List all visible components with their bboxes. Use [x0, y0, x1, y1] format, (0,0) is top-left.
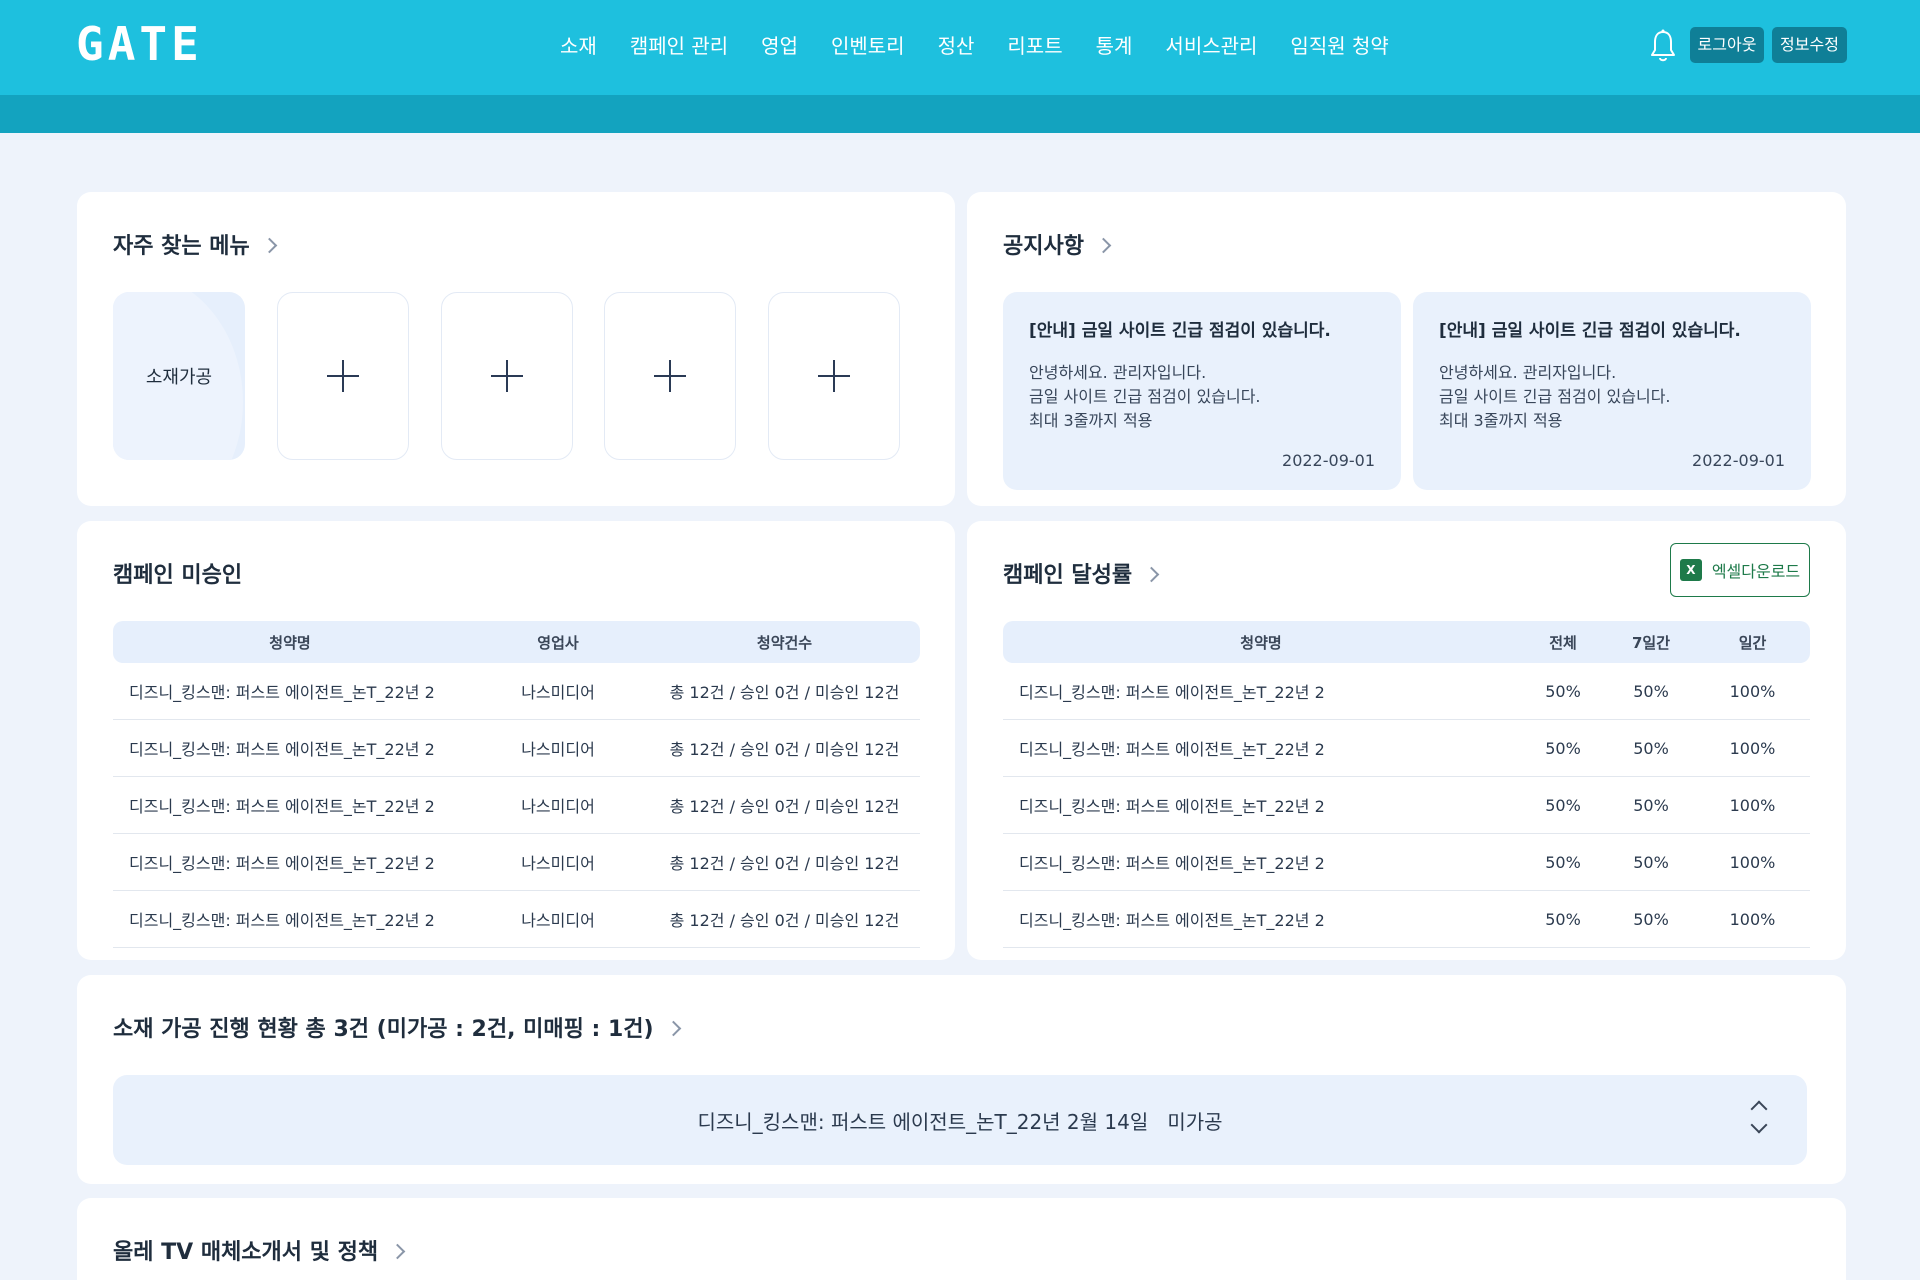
plus-icon: [654, 360, 686, 392]
plus-icon: [491, 360, 523, 392]
chevron-down-icon[interactable]: [1750, 1116, 1768, 1134]
processing-status-item: 디즈니_킹스맨: 퍼스트 에이전트_논T_22년 2월 14일 미가공: [697, 1109, 1223, 1134]
table-row[interactable]: 디즈니_킹스맨: 퍼스트 에이전트_논T_22년 2 50% 50% 100%: [1003, 720, 1810, 777]
notice-date: 2022-09-01: [1692, 451, 1785, 470]
ticker-arrows: [1747, 1095, 1771, 1145]
nav-item-sales[interactable]: 영업: [761, 28, 798, 64]
processing-status-card: 소재 가공 진행 현황 총 3건 (미가공 : 2건, 미매핑 : 1건) 디즈…: [77, 975, 1846, 1184]
nav-item-statistics[interactable]: 통계: [1096, 28, 1133, 64]
favorites-card: 자주 찾는 메뉴 소재가공: [77, 192, 955, 506]
notice-item[interactable]: [안내] 금일 사이트 긴급 점검이 있습니다. 안녕하세요. 관리자입니다. …: [1413, 292, 1811, 490]
policy-title[interactable]: 올레 TV 매체소개서 및 정책: [113, 1234, 406, 1266]
table-row[interactable]: 디즈니_킹스맨: 퍼스트 에이전트_논T_22년 2 50% 50% 100%: [1003, 663, 1810, 720]
nav-item-creative[interactable]: 소재: [560, 28, 597, 64]
achievement-card: 캠페인 달성률 X 엑셀다운로드 청약명 전체 7일간 일간 디즈니_킹스맨: …: [967, 521, 1846, 960]
achievement-title[interactable]: 캠페인 달성률: [1003, 557, 1160, 589]
main-nav: 소재 캠페인 관리 영업 인벤토리 정산 리포트 통계 서비스관리 임직원 청약: [560, 28, 1389, 64]
unapproved-table: 청약명 영업사 청약건수 디즈니_킹스맨: 퍼스트 에이전트_논T_22년 2 …: [113, 621, 920, 948]
logout-button[interactable]: 로그아웃: [1690, 27, 1764, 63]
processing-status-ticker[interactable]: 디즈니_킹스맨: 퍼스트 에이전트_논T_22년 2월 14일 미가공: [113, 1075, 1807, 1165]
favorite-tile-creative[interactable]: 소재가공: [113, 292, 245, 460]
achievement-table: 청약명 전체 7일간 일간 디즈니_킹스맨: 퍼스트 에이전트_논T_22년 2…: [1003, 621, 1810, 948]
excel-download-button[interactable]: X 엑셀다운로드: [1670, 543, 1810, 597]
plus-icon: [327, 360, 359, 392]
notice-title: [안내] 금일 사이트 긴급 점검이 있습니다.: [1439, 321, 1741, 341]
chevron-right-icon: [1143, 566, 1160, 582]
nav-item-service[interactable]: 서비스관리: [1165, 28, 1257, 64]
notices-title[interactable]: 공지사항: [1003, 228, 1112, 260]
table-header: 청약명 전체 7일간 일간: [1003, 621, 1810, 663]
processing-status-title[interactable]: 소재 가공 진행 현황 총 3건 (미가공 : 2건, 미매핑 : 1건): [113, 1011, 681, 1043]
notice-body: 안녕하세요. 관리자입니다. 금일 사이트 긴급 점검이 있습니다. 최대 3줄…: [1029, 363, 1261, 430]
unapproved-campaigns-card: 캠페인 미승인 청약명 영업사 청약건수 디즈니_킹스맨: 퍼스트 에이전트_논…: [77, 521, 955, 960]
bell-icon[interactable]: [1648, 28, 1678, 64]
plus-icon: [818, 360, 850, 392]
notice-title: [안내] 금일 사이트 긴급 점검이 있습니다.: [1029, 321, 1331, 341]
unapproved-title: 캠페인 미승인: [113, 563, 243, 588]
nav-item-campaign[interactable]: 캠페인 관리: [630, 28, 728, 64]
table-row[interactable]: 디즈니_킹스맨: 퍼스트 에이전트_논T_22년 2 50% 50% 100%: [1003, 891, 1810, 948]
table-row[interactable]: 디즈니_킹스맨: 퍼스트 에이전트_논T_22년 2 50% 50% 100%: [1003, 777, 1810, 834]
sub-header-bar: [0, 95, 1920, 133]
table-row[interactable]: 디즈니_킹스맨: 퍼스트 에이전트_논T_22년 2 나스미디어 총 12건 /…: [113, 720, 920, 777]
nav-item-report[interactable]: 리포트: [1007, 28, 1062, 64]
table-row[interactable]: 디즈니_킹스맨: 퍼스트 에이전트_논T_22년 2 50% 50% 100%: [1003, 834, 1810, 891]
edit-info-button[interactable]: 정보수정: [1772, 27, 1847, 63]
notices-card: 공지사항 [안내] 금일 사이트 긴급 점검이 있습니다. 안녕하세요. 관리자…: [967, 192, 1846, 506]
nav-item-settlement[interactable]: 정산: [938, 28, 975, 64]
nav-item-inventory[interactable]: 인벤토리: [831, 28, 905, 64]
logo[interactable]: GATE: [76, 20, 203, 68]
chevron-right-icon: [389, 1243, 406, 1259]
table-row[interactable]: 디즈니_킹스맨: 퍼스트 에이전트_논T_22년 2 나스미디어 총 12건 /…: [113, 663, 920, 720]
notice-body: 안녕하세요. 관리자입니다. 금일 사이트 긴급 점검이 있습니다. 최대 3줄…: [1439, 363, 1671, 430]
add-favorite-button[interactable]: [604, 292, 736, 460]
notice-date: 2022-09-01: [1282, 451, 1375, 470]
add-favorite-button[interactable]: [277, 292, 409, 460]
chevron-up-icon[interactable]: [1750, 1100, 1768, 1118]
chevron-right-icon: [1095, 237, 1112, 253]
chevron-right-icon: [261, 237, 278, 253]
table-row[interactable]: 디즈니_킹스맨: 퍼스트 에이전트_논T_22년 2 나스미디어 총 12건 /…: [113, 891, 920, 948]
add-favorite-button[interactable]: [441, 292, 573, 460]
policy-card: 올레 TV 매체소개서 및 정책: [77, 1198, 1846, 1280]
table-row[interactable]: 디즈니_킹스맨: 퍼스트 에이전트_논T_22년 2 나스미디어 총 12건 /…: [113, 777, 920, 834]
table-header: 청약명 영업사 청약건수: [113, 621, 920, 663]
favorites-title[interactable]: 자주 찾는 메뉴: [113, 228, 278, 260]
table-row[interactable]: 디즈니_킹스맨: 퍼스트 에이전트_논T_22년 2 나스미디어 총 12건 /…: [113, 834, 920, 891]
nav-item-employee[interactable]: 임직원 청약: [1290, 28, 1388, 64]
top-header: GATE 소재 캠페인 관리 영업 인벤토리 정산 리포트 통계 서비스관리 임…: [0, 0, 1920, 95]
add-favorite-button[interactable]: [768, 292, 900, 460]
notice-item[interactable]: [안내] 금일 사이트 긴급 점검이 있습니다. 안녕하세요. 관리자입니다. …: [1003, 292, 1401, 490]
chevron-right-icon: [665, 1020, 681, 1036]
excel-icon: X: [1679, 559, 1702, 581]
